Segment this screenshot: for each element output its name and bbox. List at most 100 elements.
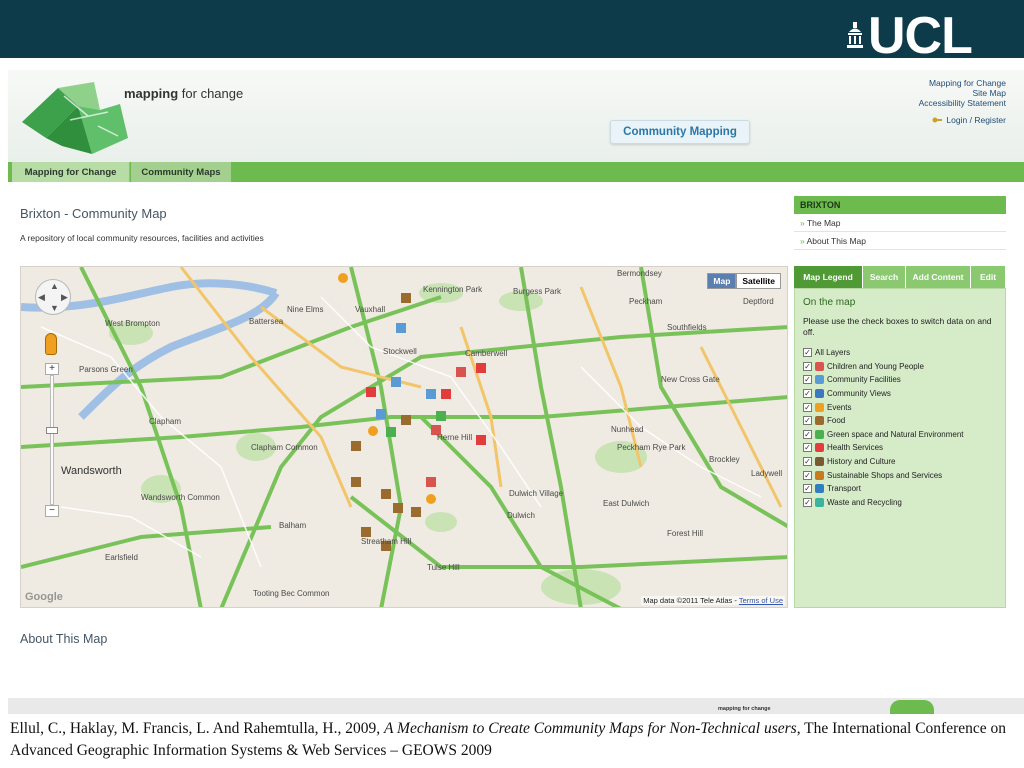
sidebar-link-about[interactable]: About This Map bbox=[794, 232, 1006, 250]
layer-marker-icon bbox=[815, 443, 824, 453]
map-type-satellite-button[interactable]: Satellite bbox=[736, 273, 781, 289]
place-label: West Brompton bbox=[105, 319, 160, 328]
tab-edit[interactable]: Edit bbox=[971, 266, 1005, 288]
layer-checkbox[interactable]: ✓ bbox=[803, 457, 812, 467]
link-accessibility[interactable]: Accessibility Statement bbox=[919, 98, 1006, 108]
layer-marker-icon bbox=[815, 429, 824, 439]
site-nav: Mapping for Change Community Maps bbox=[8, 162, 1024, 182]
place-label: Dulwich Village bbox=[509, 489, 564, 498]
map-legend-panel: On the map Please use the check boxes to… bbox=[794, 288, 1006, 608]
layer-marker-icon bbox=[815, 416, 824, 426]
layer-label: Events bbox=[827, 402, 852, 412]
layer-list: ✓ All Layers ✓ Children and Young People ✓ Co… bbox=[803, 346, 997, 509]
next-page-strip bbox=[8, 698, 1024, 714]
layer-checkbox[interactable]: ✓ bbox=[803, 470, 812, 480]
strip-logo-text: mapping for change bbox=[718, 706, 771, 712]
tab-map-legend[interactable]: Map Legend bbox=[794, 266, 862, 288]
zoom-slider-thumb[interactable] bbox=[46, 427, 58, 434]
layer-label: Green space and Natural Environment bbox=[827, 429, 964, 439]
pan-left-icon[interactable]: ◀ bbox=[38, 292, 45, 303]
community-mapping-badge[interactable]: Community Mapping bbox=[610, 120, 750, 144]
pan-right-icon[interactable]: ▶ bbox=[61, 292, 68, 303]
layer-label: All Layers bbox=[815, 348, 851, 358]
legend-layer-row: ✓ Green space and Natural Environment bbox=[803, 428, 997, 442]
legend-layer-row: ✓ Community Facilities bbox=[803, 373, 997, 387]
sidebar-link-the-map[interactable]: The Map bbox=[794, 214, 1006, 232]
layer-marker-icon bbox=[815, 389, 824, 399]
nav-mapping-for-change[interactable]: Mapping for Change bbox=[12, 162, 130, 182]
login-label: Login / Register bbox=[946, 115, 1006, 125]
pan-down-icon[interactable]: ▼ bbox=[50, 303, 59, 313]
place-label: Southfields bbox=[667, 323, 707, 332]
layer-checkbox[interactable]: ✓ bbox=[803, 375, 812, 385]
website-screenshot: mapping for change Community Mapping Map… bbox=[8, 70, 1024, 698]
place-label: Brockley bbox=[709, 455, 740, 464]
place-label: Nunhead bbox=[611, 425, 644, 434]
legend-layer-row: ✓ History and Culture bbox=[803, 455, 997, 469]
layer-checkbox[interactable]: ✓ bbox=[803, 402, 812, 412]
map-type-control: Map Satellite bbox=[707, 273, 781, 289]
layer-label: Children and Young People bbox=[827, 361, 924, 371]
place-label: Forest Hill bbox=[667, 529, 704, 538]
layer-checkbox[interactable]: ✓ bbox=[803, 497, 812, 507]
terms-of-use-link[interactable]: Terms of Use bbox=[739, 596, 783, 605]
page-subtitle: A repository of local community resource… bbox=[20, 233, 264, 243]
place-label: Streatham Hill bbox=[361, 537, 412, 546]
place-label: Clapham bbox=[149, 417, 182, 426]
layer-checkbox[interactable]: ✓ bbox=[803, 443, 812, 453]
legend-layer-row: ✓ Children and Young People bbox=[803, 360, 997, 374]
place-label: Kennington Park bbox=[423, 285, 483, 294]
layer-label: History and Culture bbox=[827, 457, 896, 467]
zoom-in-button[interactable]: + bbox=[45, 363, 59, 375]
place-label: Ladywell bbox=[751, 469, 783, 478]
tab-add-content[interactable]: Add Content bbox=[906, 266, 970, 288]
layer-label: Health Services bbox=[827, 443, 884, 453]
layer-marker-icon bbox=[815, 402, 824, 412]
layer-checkbox[interactable]: ✓ bbox=[803, 416, 812, 426]
site-header: mapping for change Community Mapping Map… bbox=[8, 70, 1024, 162]
layer-checkbox[interactable]: ✓ bbox=[803, 484, 812, 494]
about-heading: About This Map bbox=[20, 632, 108, 646]
layer-marker-icon bbox=[815, 470, 824, 480]
legend-layer-row: ✓ Events bbox=[803, 400, 997, 414]
map-type-map-button[interactable]: Map bbox=[707, 273, 737, 289]
place-label: Herne Hill bbox=[437, 433, 473, 442]
place-label: Battersea bbox=[249, 317, 284, 326]
citation-authors: Ellul, C., Haklay, M. Francis, L. And Ra… bbox=[10, 720, 384, 737]
layer-checkbox[interactable]: ✓ bbox=[803, 348, 812, 358]
panel-tabs: Map Legend Search Add Content Edit bbox=[794, 266, 1006, 288]
place-label: Wandsworth bbox=[61, 465, 122, 477]
place-label: Clapham Common bbox=[251, 443, 318, 452]
legend-layer-row: ✓ Waste and Recycling bbox=[803, 496, 997, 510]
legend-layer-row: ✓ Health Services bbox=[803, 441, 997, 455]
key-icon bbox=[932, 117, 943, 123]
layer-label: Community Facilities bbox=[827, 375, 901, 385]
legend-layer-row: ✓ All Layers bbox=[803, 346, 997, 360]
layer-checkbox[interactable]: ✓ bbox=[803, 389, 812, 399]
place-label: Peckham bbox=[629, 297, 663, 306]
zoom-out-button[interactable]: − bbox=[45, 505, 59, 517]
link-mapping-for-change[interactable]: Mapping for Change bbox=[919, 78, 1006, 88]
nav-community-maps[interactable]: Community Maps bbox=[131, 162, 231, 182]
place-label: Stockwell bbox=[383, 347, 417, 356]
place-label: Tooting Bec Common bbox=[253, 589, 330, 598]
place-label: Bermondsey bbox=[617, 269, 662, 278]
citation-title: A Mechanism to Create Community Maps for… bbox=[383, 720, 797, 737]
layer-label: Food bbox=[827, 416, 846, 426]
place-label: Deptford bbox=[743, 297, 774, 306]
pan-control[interactable]: ▲ ◀ ▶ ▼ bbox=[35, 279, 71, 315]
layer-checkbox[interactable]: ✓ bbox=[803, 429, 812, 439]
place-label: Balham bbox=[279, 521, 307, 530]
pan-up-icon[interactable]: ▲ bbox=[50, 281, 59, 291]
place-label: Nine Elms bbox=[287, 305, 324, 314]
tab-search[interactable]: Search bbox=[863, 266, 905, 288]
street-view-pegman-icon[interactable] bbox=[45, 333, 57, 355]
layer-checkbox[interactable]: ✓ bbox=[803, 361, 812, 371]
place-label: Burgess Park bbox=[513, 287, 562, 296]
login-link[interactable]: Login / Register bbox=[932, 115, 1006, 125]
link-site-map[interactable]: Site Map bbox=[919, 88, 1006, 98]
community-map[interactable]: Wandsworth Nine Elms Vauxhall Stockwell … bbox=[20, 266, 788, 608]
legend-title: On the map bbox=[803, 297, 856, 308]
top-links: Mapping for Change Site Map Accessibilit… bbox=[919, 78, 1006, 108]
zoom-slider[interactable] bbox=[50, 375, 54, 505]
